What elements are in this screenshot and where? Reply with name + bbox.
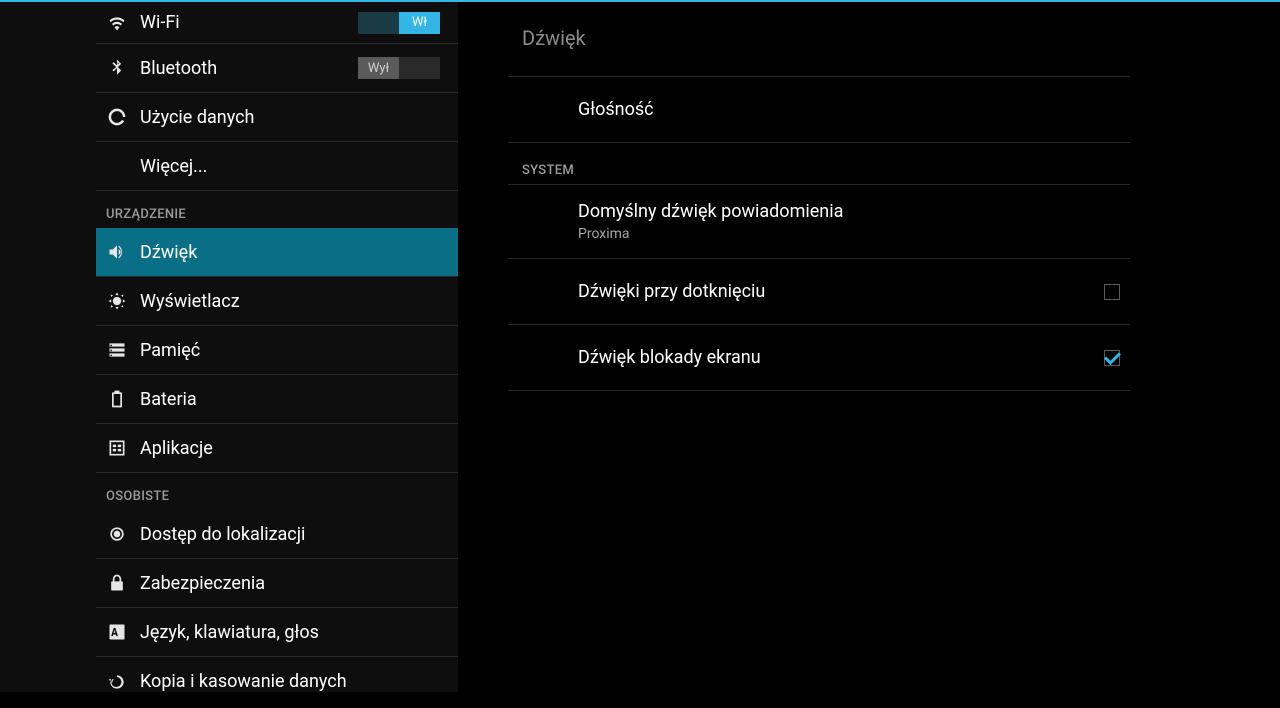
battery-icon xyxy=(106,388,128,410)
sidebar-item-battery[interactable]: Bateria xyxy=(96,375,458,424)
pref-title: Domyślny dźwięk powiadomienia xyxy=(578,201,1120,222)
checkbox-touch-sounds[interactable] xyxy=(1104,284,1120,300)
content-pane: Dźwięk Głośność SYSTEM Domyślny dźwięk p… xyxy=(458,2,1280,692)
bottom-bar xyxy=(0,692,1280,708)
restore-icon xyxy=(106,671,128,693)
sidebar-item-sound[interactable]: Dźwięk xyxy=(96,228,458,277)
sidebar-label: Kopia i kasowanie danych xyxy=(140,671,448,692)
sidebar-item-language[interactable]: Język, klawiatura, głos xyxy=(96,608,458,657)
bluetooth-toggle[interactable]: Wył xyxy=(358,57,440,79)
sidebar: Wi-Fi Wł Bluetooth Wył Użycie danych xyxy=(0,2,458,692)
keyboard-icon xyxy=(106,621,128,643)
sidebar-label: Pamięć xyxy=(140,340,448,361)
content-title: Dźwięk xyxy=(508,2,1130,77)
sidebar-section-personal: OSOBISTE xyxy=(96,473,458,510)
pref-default-notification[interactable]: Domyślny dźwięk powiadomienia Proxima xyxy=(508,185,1130,259)
sidebar-item-apps[interactable]: Aplikacje xyxy=(96,424,458,473)
sidebar-item-security[interactable]: Zabezpieczenia xyxy=(96,559,458,608)
sidebar-label: Dźwięk xyxy=(140,242,448,263)
sidebar-label: Zabezpieczenia xyxy=(140,573,448,594)
sidebar-item-bluetooth[interactable]: Bluetooth Wył xyxy=(96,44,458,93)
content-section-system: SYSTEM xyxy=(508,143,1130,185)
sidebar-item-display[interactable]: Wyświetlacz xyxy=(96,277,458,326)
data-usage-icon xyxy=(106,106,128,128)
pref-lock-sound[interactable]: Dźwięk blokady ekranu xyxy=(508,325,1130,391)
sound-icon xyxy=(106,241,128,263)
sidebar-label: Użycie danych xyxy=(140,107,448,128)
sidebar-item-more[interactable]: Więcej... xyxy=(96,142,458,191)
sidebar-label: Wi-Fi xyxy=(140,12,358,33)
pref-title: Dźwięki przy dotknięciu xyxy=(578,281,1104,302)
sidebar-label: Wyświetlacz xyxy=(140,291,448,312)
display-icon xyxy=(106,290,128,312)
pref-title: Głośność xyxy=(578,99,1120,120)
lock-icon xyxy=(106,572,128,594)
sidebar-label: Bateria xyxy=(140,389,448,410)
location-icon xyxy=(106,523,128,545)
sidebar-item-location[interactable]: Dostęp do lokalizacji xyxy=(96,510,458,559)
pref-volume[interactable]: Głośność xyxy=(508,77,1130,143)
pref-title: Dźwięk blokady ekranu xyxy=(578,347,1104,368)
checkbox-lock-sound[interactable] xyxy=(1104,350,1120,366)
apps-icon xyxy=(106,437,128,459)
sidebar-label: Dostęp do lokalizacji xyxy=(140,524,448,545)
sidebar-label: Aplikacje xyxy=(140,438,448,459)
sidebar-item-data-usage[interactable]: Użycie danych xyxy=(96,93,458,142)
wifi-icon xyxy=(106,12,128,34)
storage-icon xyxy=(106,339,128,361)
sidebar-item-storage[interactable]: Pamięć xyxy=(96,326,458,375)
wifi-toggle[interactable]: Wł xyxy=(358,12,440,34)
sidebar-item-backup[interactable]: Kopia i kasowanie danych xyxy=(96,657,458,692)
bluetooth-icon xyxy=(106,57,128,79)
pref-subtitle: Proxima xyxy=(578,226,1120,242)
sidebar-section-device: URZĄDZENIE xyxy=(96,191,458,228)
pref-touch-sounds[interactable]: Dźwięki przy dotknięciu xyxy=(508,259,1130,325)
sidebar-label: Bluetooth xyxy=(140,58,358,79)
sidebar-label: Więcej... xyxy=(140,156,448,177)
sidebar-item-wifi[interactable]: Wi-Fi Wł xyxy=(96,2,458,44)
sidebar-label: Język, klawiatura, głos xyxy=(140,622,448,643)
